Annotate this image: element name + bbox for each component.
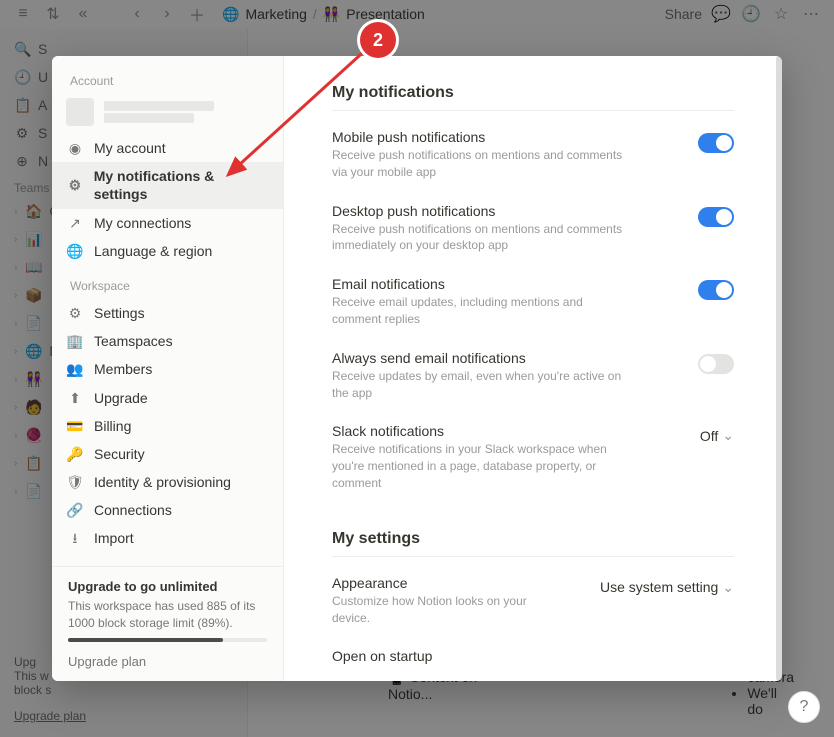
upgrade-desc: This workspace has used 885 of its 1000 … bbox=[68, 598, 267, 632]
help-button[interactable]: ? bbox=[788, 691, 820, 723]
sidebar-item-key[interactable]: 🔑 Security bbox=[52, 440, 283, 468]
notification-row: Always send email notifications Receive … bbox=[332, 350, 734, 402]
account-icon: ◉ bbox=[66, 139, 84, 157]
toggle[interactable] bbox=[698, 280, 734, 300]
open-on-label: Open on startup bbox=[332, 648, 734, 664]
notification-desc: Receive email updates, including mention… bbox=[332, 294, 632, 328]
sidebar-item-external[interactable]: ↗ My connections bbox=[52, 209, 283, 237]
shield-icon: 🛡 bbox=[66, 473, 84, 491]
notification-row: Mobile push notifications Receive push n… bbox=[332, 129, 734, 181]
sidebar-item-download[interactable]: ⭳ Import bbox=[52, 524, 283, 552]
arrow-up-circle-icon: ⬆ bbox=[66, 389, 84, 407]
annotation-badge: 2 bbox=[360, 22, 396, 58]
notification-row: Email notifications Receive email update… bbox=[332, 276, 734, 328]
sidebar-item-label: Members bbox=[94, 360, 152, 378]
notification-label: Desktop push notifications bbox=[332, 203, 674, 219]
building-icon: 🏢 bbox=[66, 332, 84, 350]
sidebar-item-link[interactable]: 🔗 Connections bbox=[52, 496, 283, 524]
appearance-label: Appearance bbox=[332, 575, 576, 591]
chevron-down-icon: ⌄ bbox=[722, 579, 734, 596]
appearance-dropdown[interactable]: Use system setting ⌄ bbox=[600, 579, 734, 596]
globe-icon: 🌐 bbox=[66, 242, 84, 260]
appearance-desc: Customize how Notion looks on your devic… bbox=[332, 593, 532, 627]
sidebar-item-label: My connections bbox=[94, 214, 191, 232]
sidebar-item-label: Billing bbox=[94, 417, 131, 435]
download-icon: ⭳ bbox=[66, 529, 84, 547]
card-icon: 💳 bbox=[66, 417, 84, 435]
sidebar-item-label: My account bbox=[94, 139, 166, 157]
sidebar-item-label: Language & region bbox=[94, 242, 212, 260]
upgrade-title: Upgrade to go unlimited bbox=[68, 579, 267, 594]
notification-label: Slack notifications bbox=[332, 423, 676, 439]
my-notifications-heading: My notifications bbox=[332, 84, 734, 102]
notification-desc: Receive push notifications on mentions a… bbox=[332, 221, 632, 255]
sidebar-item-label: Teamspaces bbox=[94, 332, 173, 350]
people-icon: 👥 bbox=[66, 360, 84, 378]
sidebar-item-label: Connections bbox=[94, 501, 172, 519]
sidebar-item-label: Settings bbox=[94, 304, 145, 322]
key-icon: 🔑 bbox=[66, 445, 84, 463]
slack-dropdown[interactable]: Off⌄ bbox=[700, 427, 734, 444]
upgrade-plan-link[interactable]: Upgrade plan bbox=[52, 642, 283, 681]
notification-desc: Receive notifications in your Slack work… bbox=[332, 441, 632, 491]
settings-modal: Account ◉My account⚙My notifications & s… bbox=[52, 56, 782, 681]
storage-bar bbox=[68, 638, 267, 642]
link-icon: 🔗 bbox=[66, 501, 84, 519]
sidebar-item-building[interactable]: 🏢 Teamspaces bbox=[52, 327, 283, 355]
external-icon: ↗ bbox=[66, 214, 84, 232]
sidebar-item-label: Import bbox=[94, 529, 134, 547]
upgrade-box: Upgrade to go unlimited This workspace h… bbox=[52, 566, 283, 642]
sidebar-item-arrow-up-circle[interactable]: ⬆ Upgrade bbox=[52, 384, 283, 412]
my-settings-heading: My settings bbox=[332, 530, 734, 548]
toggle[interactable] bbox=[698, 133, 734, 153]
chevron-down-icon: ⌄ bbox=[722, 427, 734, 444]
avatar bbox=[66, 98, 94, 126]
gear-icon: ⚙ bbox=[66, 304, 84, 322]
annotation-arrow bbox=[210, 40, 390, 190]
sliders-icon: ⚙ bbox=[66, 176, 84, 194]
sidebar-item-shield[interactable]: 🛡 Identity & provisioning bbox=[52, 468, 283, 496]
toggle[interactable] bbox=[698, 354, 734, 374]
sidebar-item-label: Security bbox=[94, 445, 145, 463]
sidebar-item-globe[interactable]: 🌐 Language & region bbox=[52, 237, 283, 265]
notification-label: Always send email notifications bbox=[332, 350, 674, 366]
sidebar-item-label: Upgrade bbox=[94, 389, 148, 407]
open-on-row: Open on startup bbox=[332, 648, 734, 666]
notification-label: Email notifications bbox=[332, 276, 674, 292]
workspace-section-label: Workspace bbox=[52, 275, 283, 299]
sidebar-item-people[interactable]: 👥 Members bbox=[52, 355, 283, 383]
appearance-row: Appearance Customize how Notion looks on… bbox=[332, 575, 734, 627]
sidebar-item-gear[interactable]: ⚙ Settings bbox=[52, 299, 283, 327]
notification-desc: Receive updates by email, even when you'… bbox=[332, 368, 632, 402]
toggle[interactable] bbox=[698, 207, 734, 227]
sidebar-item-label: Identity & provisioning bbox=[94, 473, 231, 491]
notification-row: Slack notifications Receive notification… bbox=[332, 423, 734, 491]
sidebar-item-card[interactable]: 💳 Billing bbox=[52, 412, 283, 440]
notification-row: Desktop push notifications Receive push … bbox=[332, 203, 734, 255]
